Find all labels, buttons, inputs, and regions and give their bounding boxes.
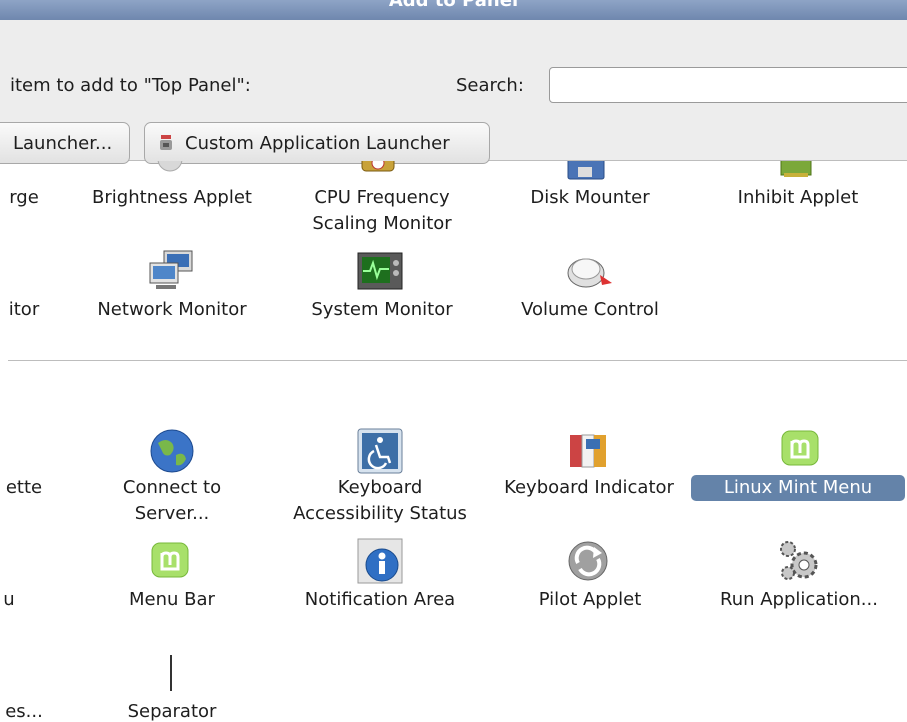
applet-network-monitor[interactable]: Network Monitor — [72, 297, 272, 323]
applet-label: Separator — [127, 701, 217, 722]
applet-label: rge — [9, 187, 39, 208]
applet-label-line1: Keyboard — [337, 477, 423, 498]
applet-separator[interactable]: Separator — [72, 699, 272, 722]
notification-area-icon — [357, 538, 403, 584]
header-bar: item to add to "Top Panel": Search: Laun… — [0, 20, 907, 164]
menu-bar-icon — [151, 542, 189, 578]
launcher-button[interactable]: Launcher... — [0, 122, 130, 164]
applet-disk-mounter[interactable]: Disk Mounter — [490, 185, 690, 211]
applet-label: Menu Bar — [129, 589, 215, 610]
brightness-icon — [157, 161, 183, 172]
system-monitor-icon — [357, 252, 403, 290]
applet-partial-row1[interactable]: rge — [0, 185, 54, 211]
applet-grid: rge Brightness Applet CPU Frequency Scal… — [0, 161, 907, 722]
keyboard-accessibility-icon — [357, 428, 403, 474]
applet-inhibit[interactable]: Inhibit Applet — [698, 185, 898, 211]
applet-partial-row4[interactable]: u — [0, 587, 24, 613]
applet-pilot[interactable]: Pilot Applet — [490, 587, 690, 613]
applet-connect-to-server[interactable]: Connect to Server... — [72, 475, 272, 527]
keyboard-indicator-icon — [570, 434, 606, 468]
run-application-icon — [780, 541, 818, 580]
separator-icon — [170, 655, 172, 691]
cpu-frequency-icon — [361, 161, 395, 172]
custom-launcher-icon — [160, 135, 172, 150]
applet-label: es... — [5, 701, 43, 722]
custom-launcher-button[interactable]: Custom Application Launcher — [144, 122, 490, 164]
applet-label: ette — [5, 477, 43, 498]
window-titlebar: Add to Panel — [0, 0, 907, 20]
launcher-button-label: Launcher... — [13, 132, 113, 154]
applet-run-application[interactable]: Run Application... — [696, 587, 902, 613]
applet-volume-control[interactable]: Volume Control — [490, 297, 690, 323]
applet-label: Run Application... — [720, 589, 878, 610]
applet-label: itor — [8, 299, 40, 320]
search-input[interactable] — [549, 67, 907, 103]
applet-label: Inhibit Applet — [737, 187, 859, 208]
applet-partial-row3[interactable]: ette — [0, 475, 54, 501]
applet-label-line1: Connect to — [122, 477, 222, 498]
disk-mounter-icon — [567, 161, 605, 180]
volume-control-icon — [567, 258, 612, 288]
applet-menu-bar[interactable]: Menu Bar — [72, 587, 272, 613]
applet-label: Keyboard Indicator — [504, 477, 674, 498]
add-prompt-label: item to add to "Top Panel": — [10, 75, 251, 96]
applet-label: Pilot Applet — [538, 589, 642, 610]
applet-notification-area[interactable]: Notification Area — [270, 587, 490, 613]
applet-keyboard-indicator[interactable]: Keyboard Indicator — [486, 475, 692, 501]
applet-label: Network Monitor — [97, 299, 247, 320]
applet-label-line2: Scaling Monitor — [312, 213, 452, 234]
applet-label: Disk Mounter — [530, 187, 650, 208]
applet-partial-row2[interactable]: itor — [0, 297, 54, 323]
applet-brightness[interactable]: Brightness Applet — [72, 185, 272, 211]
search-label-text: Search: — [456, 75, 524, 96]
applet-label-line2: Server... — [134, 503, 210, 524]
applet-label: Volume Control — [521, 299, 659, 320]
applet-cpu-frequency[interactable]: CPU Frequency Scaling Monitor — [282, 185, 482, 237]
search-label: Search: — [456, 75, 524, 96]
applet-system-monitor[interactable]: System Monitor — [282, 297, 482, 323]
linux-mint-menu-icon — [781, 430, 819, 466]
applet-label-line1: CPU Frequency — [314, 187, 450, 208]
window-title: Add to Panel — [388, 0, 519, 11]
section-divider — [8, 360, 907, 361]
applet-label: Linux Mint Menu — [723, 477, 873, 498]
applet-partial-row5[interactable]: es... — [0, 699, 54, 722]
applet-keyboard-accessibility[interactable]: Keyboard Accessibility Status — [270, 475, 490, 527]
applet-label-line2: Accessibility Status — [293, 503, 467, 524]
pilot-applet-icon — [568, 541, 608, 581]
applet-label: System Monitor — [311, 299, 453, 320]
custom-launcher-label: Custom Application Launcher — [185, 132, 450, 154]
connect-to-server-icon — [150, 429, 194, 473]
applet-label: Notification Area — [304, 589, 456, 610]
applet-label: Brightness Applet — [92, 187, 252, 208]
network-monitor-icon — [149, 250, 193, 289]
applet-label: u — [3, 589, 15, 610]
applet-linux-mint-menu[interactable]: Linux Mint Menu — [691, 475, 905, 501]
inhibit-applet-icon — [780, 161, 812, 177]
